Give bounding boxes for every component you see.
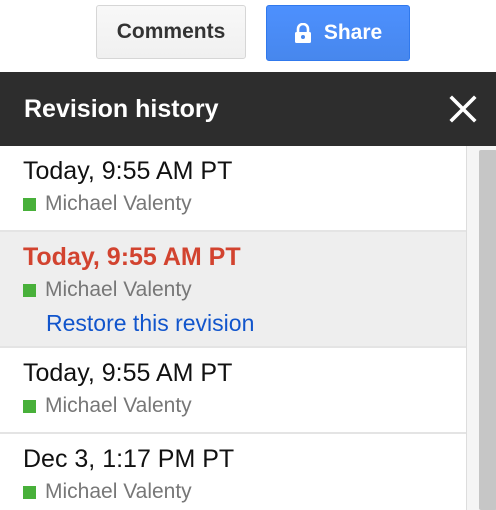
author-name: Michael Valenty <box>45 192 192 215</box>
panel-title: Revision history <box>24 95 219 123</box>
author-color-swatch <box>23 399 36 413</box>
comments-button-label: Comments <box>116 20 226 43</box>
revision-item-selected[interactable]: Today, 9:55 AM PT Michael Valenty Restor… <box>0 232 466 348</box>
lock-icon <box>294 22 312 43</box>
comments-button[interactable]: Comments <box>96 5 246 59</box>
revision-author: Michael Valenty <box>23 192 192 216</box>
top-toolbar: Comments Share <box>0 0 496 72</box>
author-color-swatch <box>23 197 36 211</box>
revision-list: Today, 9:55 AM PT Michael Valenty Today,… <box>0 146 466 510</box>
revision-author: Michael Valenty <box>23 278 192 302</box>
revision-date: Today, 9:55 AM PT <box>23 243 241 271</box>
revision-author: Michael Valenty <box>23 394 192 418</box>
revision-date: Today, 9:55 AM PT <box>23 157 233 185</box>
revision-item[interactable]: Dec 3, 1:17 PM PT Michael Valenty <box>0 434 466 510</box>
author-name: Michael Valenty <box>45 480 192 503</box>
close-icon[interactable] <box>449 95 477 123</box>
author-color-swatch <box>23 485 36 499</box>
revision-history-header: Revision history <box>0 72 496 146</box>
author-color-swatch <box>23 283 36 297</box>
revision-date: Today, 9:55 AM PT <box>23 359 233 387</box>
share-button[interactable]: Share <box>266 5 410 61</box>
scrollbar-thumb[interactable] <box>479 150 496 510</box>
author-name: Michael Valenty <box>45 278 192 301</box>
revision-item[interactable]: Today, 9:55 AM PT Michael Valenty <box>0 146 466 232</box>
revision-item[interactable]: Today, 9:55 AM PT Michael Valenty <box>0 348 466 434</box>
revision-author: Michael Valenty <box>23 480 192 504</box>
share-button-label: Share <box>323 21 383 44</box>
scrollbar[interactable] <box>466 146 496 510</box>
author-name: Michael Valenty <box>45 394 192 417</box>
revision-date: Dec 3, 1:17 PM PT <box>23 445 235 473</box>
restore-revision-link[interactable]: Restore this revision <box>46 310 254 336</box>
